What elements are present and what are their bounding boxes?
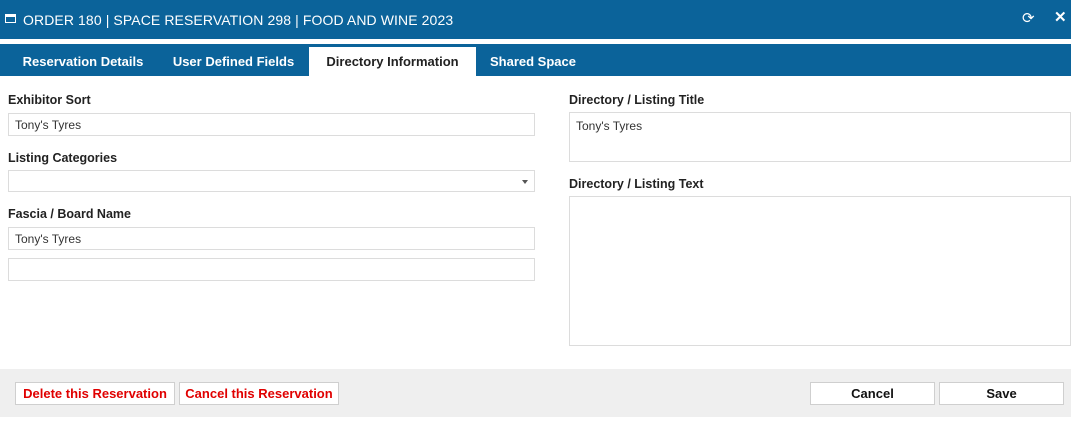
window-title: ORDER 180 | SPACE RESERVATION 298 | FOOD… [23,12,454,28]
window-titlebar: ORDER 180 | SPACE RESERVATION 298 | FOOD… [0,0,1071,39]
exhibitor-sort-label: Exhibitor Sort [8,93,91,107]
tab-shared-space[interactable]: Shared Space [478,47,588,76]
window-icon [5,14,16,23]
listing-categories-select[interactable] [8,170,535,192]
chevron-down-icon [522,180,528,184]
fascia-board-name-label: Fascia / Board Name [8,207,131,221]
tab-directory-information[interactable]: Directory Information [309,47,476,76]
directory-listing-title-label: Directory / Listing Title [569,93,705,107]
close-icon[interactable]: ✕ [1054,10,1067,26]
fascia-board-name-line2-input[interactable] [8,258,535,281]
tab-bar: Reservation Details User Defined Fields … [0,44,1071,76]
fascia-board-name-input[interactable]: Tony's Tyres [8,227,535,250]
cancel-reservation-button[interactable]: Cancel this Reservation [179,382,339,405]
listing-categories-label: Listing Categories [8,151,118,165]
save-button[interactable]: Save [939,382,1064,405]
exhibitor-sort-input[interactable]: Tony's Tyres [8,113,535,136]
refresh-icon[interactable]: ⟳ [1022,11,1035,27]
cancel-button[interactable]: Cancel [810,382,935,405]
tab-reservation-details[interactable]: Reservation Details [8,47,158,76]
footer-bar: Delete this Reservation Cancel this Rese… [0,369,1071,417]
directory-listing-title-textarea[interactable]: Tony's Tyres [569,112,1071,162]
directory-listing-text-textarea[interactable] [569,196,1071,346]
tab-user-defined-fields[interactable]: User Defined Fields [160,47,307,76]
directory-listing-text-label: Directory / Listing Text [569,177,704,191]
delete-reservation-button[interactable]: Delete this Reservation [15,382,175,405]
